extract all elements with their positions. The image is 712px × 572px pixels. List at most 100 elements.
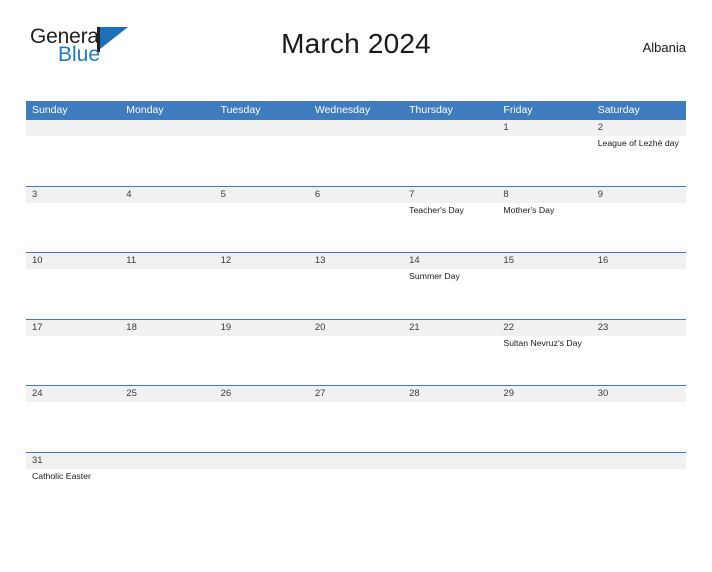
holiday-event: Teacher's Day	[409, 204, 464, 215]
day-number: 31	[32, 454, 43, 466]
day-number	[32, 120, 120, 136]
day-number	[221, 453, 309, 469]
day-cell-empty	[403, 453, 497, 519]
day-events: Summer Day	[409, 269, 497, 283]
day-number: 26	[220, 388, 232, 399]
week-cells: 17 18 19 20 21 22 Sultan Nevruz's Day 23	[26, 320, 686, 386]
page-title: March 2024	[281, 28, 431, 59]
calendar-week-row: 17 18 19 20 21 22 Sultan Nevruz's Day 23	[26, 318, 686, 386]
calendar-week-row: 31 Catholic Easter	[26, 451, 686, 519]
day-cell[interactable]: 30	[592, 386, 686, 452]
day-cell-empty	[215, 120, 309, 186]
day-number: 19	[220, 321, 232, 333]
day-cell[interactable]: 17	[26, 320, 120, 386]
day-number: 16	[597, 255, 609, 266]
dow-thursday: Thursday	[409, 104, 453, 116]
week-cells: 24 25 26 27 28 29 30	[26, 386, 686, 452]
day-number: 18	[126, 321, 137, 333]
day-cell-empty	[592, 453, 686, 519]
day-cell[interactable]: 26	[215, 386, 309, 452]
day-cell[interactable]: 13	[309, 253, 403, 319]
day-cell[interactable]: 7 Teacher's Day	[403, 187, 497, 253]
dow-wednesday: Wednesday	[314, 104, 371, 116]
day-cell[interactable]: 29	[497, 386, 591, 452]
day-number	[126, 120, 214, 136]
calendar-grid: Sunday Monday Tuesday Wednesday Thursday…	[26, 101, 686, 518]
day-number	[409, 453, 497, 469]
day-cell[interactable]: 22 Sultan Nevruz's Day	[497, 320, 591, 386]
dow-sunday: Sunday	[32, 104, 68, 116]
day-number: 24	[32, 388, 43, 399]
day-cell-empty	[26, 120, 120, 186]
day-cell[interactable]: 25	[120, 386, 214, 452]
day-number: 4	[126, 188, 132, 200]
day-cell[interactable]: 19	[215, 320, 309, 386]
day-number	[126, 453, 214, 469]
day-events: Teacher's Day	[409, 203, 497, 217]
day-number: 8	[503, 188, 509, 200]
holiday-event: League of Lezhë day	[597, 138, 679, 148]
week-cells: 1 2 League of Lezhë day	[26, 120, 686, 186]
day-cell-empty	[403, 120, 497, 186]
day-cell-empty	[120, 120, 214, 186]
day-cell[interactable]: 15	[497, 253, 591, 319]
day-number	[315, 453, 403, 469]
holiday-event: Catholic Easter	[32, 470, 91, 481]
day-cell[interactable]: 16	[592, 253, 686, 319]
day-number: 3	[32, 188, 38, 200]
day-number	[503, 453, 591, 469]
day-number: 10	[32, 255, 43, 266]
day-events: Catholic Easter	[32, 469, 120, 483]
week-cells: 3 4 5 6 7 Teacher's Day 8 Mother's Day 9	[26, 187, 686, 253]
day-number: 5	[220, 188, 226, 200]
day-of-week-header: Sunday Monday Tuesday Wednesday Thursday…	[26, 101, 686, 119]
day-cell-empty	[497, 453, 591, 519]
day-cell[interactable]: 6	[309, 187, 403, 253]
day-number: 20	[314, 321, 326, 333]
day-cell[interactable]: 12	[215, 253, 309, 319]
day-number	[598, 453, 686, 469]
day-cell[interactable]: 28	[403, 386, 497, 452]
calendar-week-row: 10 11 12 13 14 Summer Day 15 16	[26, 252, 686, 319]
holiday-event: Sultan Nevruz's Day	[503, 337, 582, 348]
day-cell[interactable]: 8 Mother's Day	[497, 187, 591, 253]
day-cell[interactable]: 2 League of Lezhë day	[592, 120, 686, 186]
day-cell[interactable]: 14 Summer Day	[403, 253, 497, 319]
day-cell[interactable]: 3	[26, 187, 120, 253]
day-cell[interactable]: 27	[309, 386, 403, 452]
day-number	[315, 120, 403, 136]
day-events: League of Lezhë day	[598, 136, 686, 150]
dow-monday: Monday	[126, 104, 164, 116]
day-number: 25	[126, 388, 137, 399]
dow-tuesday: Tuesday	[220, 104, 261, 116]
day-cell[interactable]: 31 Catholic Easter	[26, 453, 120, 519]
day-number: 15	[503, 255, 514, 266]
day-cell[interactable]: 20	[309, 320, 403, 386]
day-cell[interactable]: 1	[497, 120, 591, 186]
region-label: Albania	[642, 40, 686, 55]
day-number: 23	[597, 321, 609, 333]
day-number	[221, 120, 309, 136]
week-cells: 10 11 12 13 14 Summer Day 15 16	[26, 253, 686, 319]
day-cell[interactable]: 21	[403, 320, 497, 386]
day-number: 29	[503, 388, 514, 399]
day-number: 2	[597, 122, 603, 133]
day-cell[interactable]: 18	[120, 320, 214, 386]
day-cell[interactable]: 5	[215, 187, 309, 253]
day-number: 30	[597, 388, 609, 399]
calendar-weeks: 1 2 League of Lezhë day 3 4 5 6 7 Teacher's Day 8…	[26, 119, 686, 518]
day-cell[interactable]: 9	[592, 187, 686, 253]
holiday-event: Summer Day	[409, 271, 460, 281]
day-number	[409, 120, 497, 136]
day-cell[interactable]: 24	[26, 386, 120, 452]
day-number: 6	[314, 188, 321, 200]
day-number: 17	[32, 321, 43, 333]
calendar-week-row: 24 25 26 27 28 29 30	[26, 385, 686, 452]
day-cell-empty	[215, 453, 309, 519]
day-cell[interactable]: 23	[592, 320, 686, 386]
day-cell[interactable]: 11	[120, 253, 214, 319]
day-cell[interactable]: 4	[120, 187, 214, 253]
day-cell[interactable]: 10	[26, 253, 120, 319]
calendar-week-row: 3 4 5 6 7 Teacher's Day 8 Mother's Day 9	[26, 185, 686, 253]
day-number: 1	[503, 122, 509, 133]
